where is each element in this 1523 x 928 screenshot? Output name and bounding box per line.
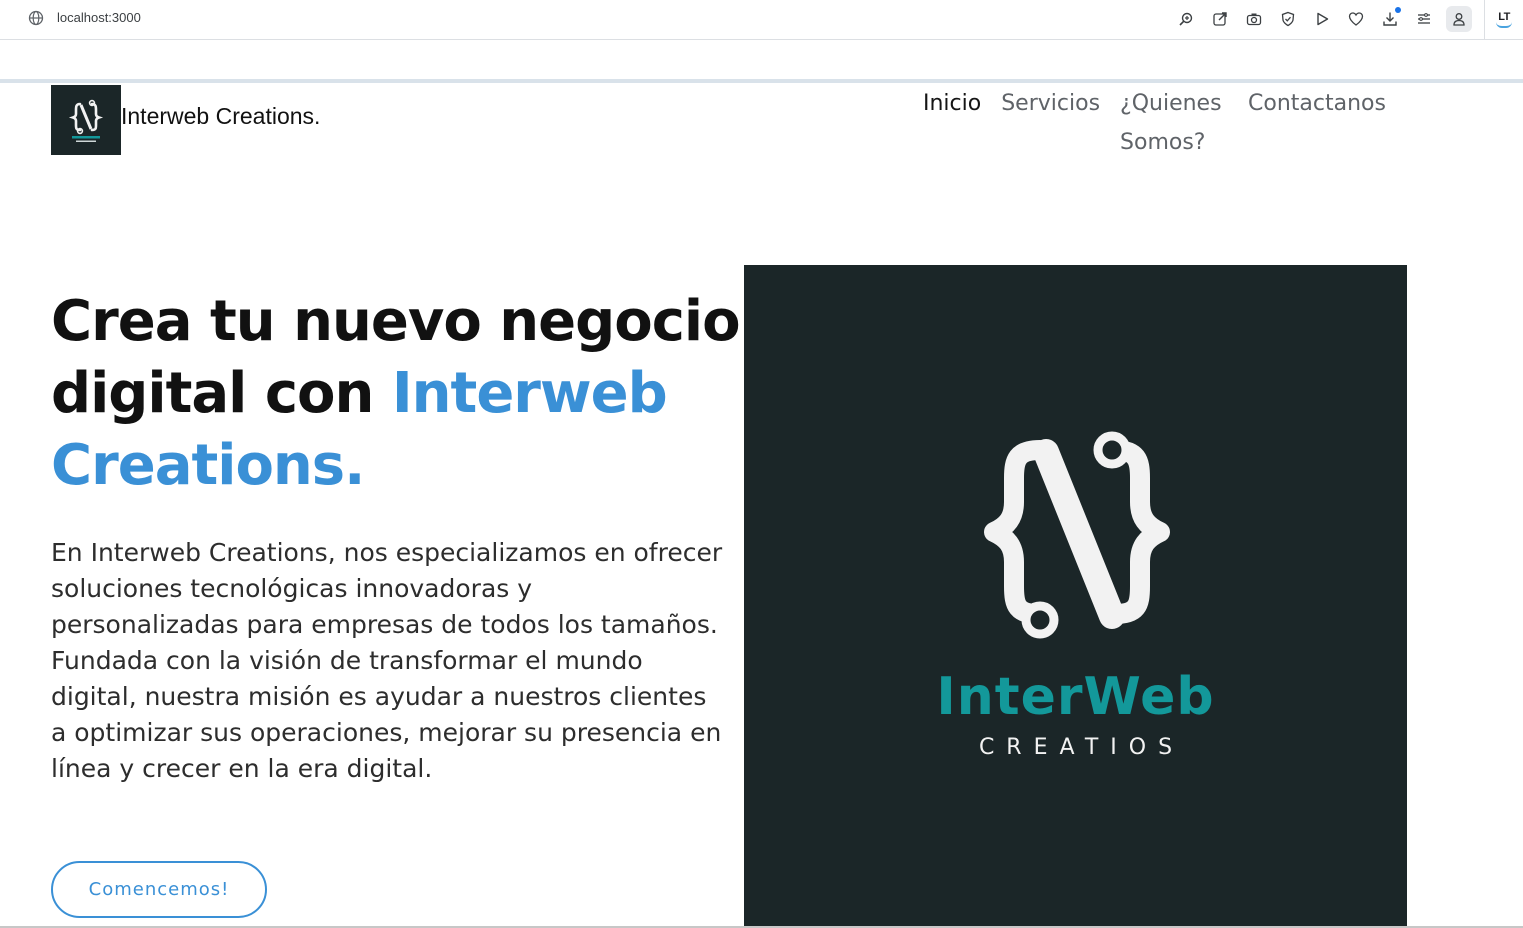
brand-name[interactable]: Interweb Creations.	[121, 103, 320, 130]
globe-icon	[28, 10, 44, 26]
main-nav: Inicio Servicios ¿Quienes Somos? Contact…	[923, 84, 1406, 162]
menu-icon[interactable]	[1412, 7, 1436, 31]
hero-image: InterWeb CREATIOS	[744, 265, 1407, 928]
profile-icon[interactable]	[1446, 6, 1472, 32]
hero-image-brand: InterWeb	[936, 667, 1215, 727]
logo-mark-icon	[68, 99, 104, 142]
page-top-strip	[0, 79, 1523, 83]
download-badge	[1395, 7, 1401, 13]
nav-item-quienes-somos[interactable]: ¿Quienes Somos?	[1120, 84, 1228, 162]
hero-image-subtitle: CREATIOS	[978, 735, 1185, 760]
logo-mark-icon	[984, 431, 1170, 639]
heart-icon[interactable]	[1344, 7, 1368, 31]
nav-item-servicios[interactable]: Servicios	[1001, 84, 1100, 162]
extension-label: LT	[1498, 11, 1510, 23]
languagetool-extension[interactable]: LT	[1484, 0, 1523, 40]
zoom-icon[interactable]	[1174, 7, 1198, 31]
wave-icon	[1496, 22, 1512, 28]
logo[interactable]	[51, 85, 121, 155]
browser-toolbar: localhost:3000 LT	[0, 0, 1523, 40]
nav-item-contactanos[interactable]: Contactanos	[1248, 84, 1386, 162]
play-icon[interactable]	[1310, 7, 1334, 31]
nav-item-inicio[interactable]: Inicio	[923, 84, 981, 162]
share-icon[interactable]	[1208, 7, 1232, 31]
hero-description: En Interweb Creations, nos especializamo…	[51, 538, 723, 783]
camera-icon[interactable]	[1242, 7, 1266, 31]
download-icon[interactable]	[1378, 7, 1402, 31]
toolbar-icons	[1174, 6, 1482, 32]
address-bar[interactable]: localhost:3000	[57, 10, 141, 25]
hero-title: Crea tu nuevo negocio digital con Interw…	[51, 286, 741, 502]
shield-icon[interactable]	[1276, 7, 1300, 31]
cta-button[interactable]: Comencemos!	[51, 861, 267, 918]
